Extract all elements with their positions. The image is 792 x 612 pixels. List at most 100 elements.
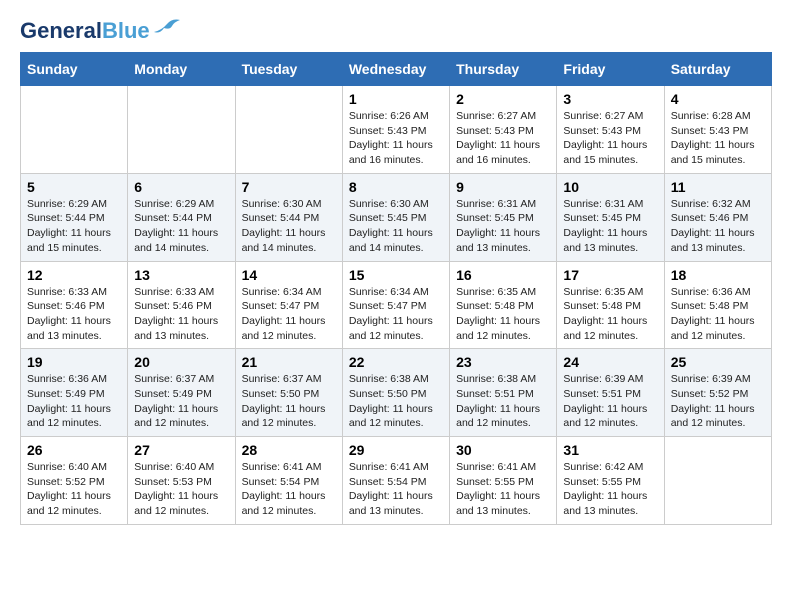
day-number: 15: [349, 267, 443, 283]
day-info: Sunrise: 6:28 AMSunset: 5:43 PMDaylight:…: [671, 110, 755, 166]
day-info: Sunrise: 6:34 AMSunset: 5:47 PMDaylight:…: [349, 286, 433, 342]
weekday-header-row: SundayMondayTuesdayWednesdayThursdayFrid…: [21, 53, 772, 86]
calendar-cell: [128, 86, 235, 174]
day-number: 24: [563, 354, 657, 370]
day-info: Sunrise: 6:33 AMSunset: 5:46 PMDaylight:…: [27, 286, 111, 342]
day-info: Sunrise: 6:38 AMSunset: 5:50 PMDaylight:…: [349, 373, 433, 429]
calendar-cell: 11 Sunrise: 6:32 AMSunset: 5:46 PMDayligh…: [664, 173, 771, 261]
day-number: 31: [563, 442, 657, 458]
day-number: 7: [242, 179, 336, 195]
day-info: Sunrise: 6:27 AMSunset: 5:43 PMDaylight:…: [456, 110, 540, 166]
day-info: Sunrise: 6:37 AMSunset: 5:50 PMDaylight:…: [242, 373, 326, 429]
calendar-cell: 23 Sunrise: 6:38 AMSunset: 5:51 PMDayligh…: [450, 349, 557, 437]
calendar-cell: 13 Sunrise: 6:33 AMSunset: 5:46 PMDayligh…: [128, 261, 235, 349]
day-number: 9: [456, 179, 550, 195]
calendar-cell: 16 Sunrise: 6:35 AMSunset: 5:48 PMDayligh…: [450, 261, 557, 349]
calendar-cell: 10 Sunrise: 6:31 AMSunset: 5:45 PMDayligh…: [557, 173, 664, 261]
logo-bird-icon: [152, 16, 182, 38]
day-number: 4: [671, 91, 765, 107]
weekday-header: Friday: [557, 53, 664, 86]
day-info: Sunrise: 6:35 AMSunset: 5:48 PMDaylight:…: [456, 286, 540, 342]
calendar-cell: 6 Sunrise: 6:29 AMSunset: 5:44 PMDaylight…: [128, 173, 235, 261]
day-info: Sunrise: 6:29 AMSunset: 5:44 PMDaylight:…: [27, 198, 111, 254]
day-info: Sunrise: 6:26 AMSunset: 5:43 PMDaylight:…: [349, 110, 433, 166]
calendar-cell: 14 Sunrise: 6:34 AMSunset: 5:47 PMDayligh…: [235, 261, 342, 349]
day-info: Sunrise: 6:39 AMSunset: 5:52 PMDaylight:…: [671, 373, 755, 429]
day-number: 13: [134, 267, 228, 283]
calendar-cell: 19Sunrise: 6:36 AMSunset: 5:49 PMDayligh…: [21, 349, 128, 437]
calendar-cell: 31Sunrise: 6:42 AMSunset: 5:55 PMDayligh…: [557, 437, 664, 525]
day-number: 26: [27, 442, 121, 458]
day-number: 11: [671, 179, 765, 195]
calendar-cell: 17 Sunrise: 6:35 AMSunset: 5:48 PMDayligh…: [557, 261, 664, 349]
calendar-cell: 15 Sunrise: 6:34 AMSunset: 5:47 PMDayligh…: [342, 261, 449, 349]
calendar-cell: 7 Sunrise: 6:30 AMSunset: 5:44 PMDaylight…: [235, 173, 342, 261]
calendar-row: 19Sunrise: 6:36 AMSunset: 5:49 PMDayligh…: [21, 349, 772, 437]
calendar-cell: 12 Sunrise: 6:33 AMSunset: 5:46 PMDayligh…: [21, 261, 128, 349]
calendar-cell: 18 Sunrise: 6:36 AMSunset: 5:48 PMDayligh…: [664, 261, 771, 349]
day-info: Sunrise: 6:41 AMSunset: 5:55 PMDaylight:…: [456, 461, 540, 517]
day-number: 27: [134, 442, 228, 458]
day-info: Sunrise: 6:32 AMSunset: 5:46 PMDaylight:…: [671, 198, 755, 254]
day-info: Sunrise: 6:27 AMSunset: 5:43 PMDaylight:…: [563, 110, 647, 166]
calendar-cell: [664, 437, 771, 525]
calendar-row: 5Sunrise: 6:29 AMSunset: 5:44 PMDaylight…: [21, 173, 772, 261]
calendar-cell: 30 Sunrise: 6:41 AMSunset: 5:55 PMDayligh…: [450, 437, 557, 525]
day-number: 14: [242, 267, 336, 283]
calendar-cell: 26 Sunrise: 6:40 AMSunset: 5:52 PMDayligh…: [21, 437, 128, 525]
page-header: GeneralBlue: [20, 20, 772, 42]
calendar-cell: 25 Sunrise: 6:39 AMSunset: 5:52 PMDayligh…: [664, 349, 771, 437]
day-info: Sunrise: 6:39 AMSunset: 5:51 PMDaylight:…: [563, 373, 647, 429]
day-number: 30: [456, 442, 550, 458]
day-info: Sunrise: 6:30 AMSunset: 5:45 PMDaylight:…: [349, 198, 433, 254]
day-info: Sunrise: 6:41 AMSunset: 5:54 PMDaylight:…: [242, 461, 326, 517]
day-number: 17: [563, 267, 657, 283]
weekday-header: Wednesday: [342, 53, 449, 86]
day-number: 23: [456, 354, 550, 370]
day-number: 28: [242, 442, 336, 458]
calendar-cell: 24 Sunrise: 6:39 AMSunset: 5:51 PMDayligh…: [557, 349, 664, 437]
day-number: 16: [456, 267, 550, 283]
day-number: 22: [349, 354, 443, 370]
calendar-cell: 28 Sunrise: 6:41 AMSunset: 5:54 PMDayligh…: [235, 437, 342, 525]
day-number: 29: [349, 442, 443, 458]
day-number: 8: [349, 179, 443, 195]
calendar-cell: 5Sunrise: 6:29 AMSunset: 5:44 PMDaylight…: [21, 173, 128, 261]
day-number: 19: [27, 354, 121, 370]
day-info: Sunrise: 6:36 AMSunset: 5:48 PMDaylight:…: [671, 286, 755, 342]
day-number: 21: [242, 354, 336, 370]
weekday-header: Thursday: [450, 53, 557, 86]
day-info: Sunrise: 6:37 AMSunset: 5:49 PMDaylight:…: [134, 373, 218, 429]
day-info: Sunrise: 6:30 AMSunset: 5:44 PMDaylight:…: [242, 198, 326, 254]
day-info: Sunrise: 6:40 AMSunset: 5:52 PMDaylight:…: [27, 461, 111, 517]
logo-text: GeneralBlue: [20, 20, 150, 42]
day-info: Sunrise: 6:31 AMSunset: 5:45 PMDaylight:…: [456, 198, 540, 254]
day-info: Sunrise: 6:38 AMSunset: 5:51 PMDaylight:…: [456, 373, 540, 429]
calendar-cell: 3 Sunrise: 6:27 AMSunset: 5:43 PMDaylight…: [557, 86, 664, 174]
day-number: 6: [134, 179, 228, 195]
day-number: 18: [671, 267, 765, 283]
weekday-header: Monday: [128, 53, 235, 86]
day-number: 1: [349, 91, 443, 107]
calendar-cell: 9 Sunrise: 6:31 AMSunset: 5:45 PMDaylight…: [450, 173, 557, 261]
day-info: Sunrise: 6:40 AMSunset: 5:53 PMDaylight:…: [134, 461, 218, 517]
day-number: 12: [27, 267, 121, 283]
calendar-cell: 21 Sunrise: 6:37 AMSunset: 5:50 PMDayligh…: [235, 349, 342, 437]
day-info: Sunrise: 6:33 AMSunset: 5:46 PMDaylight:…: [134, 286, 218, 342]
calendar-cell: [235, 86, 342, 174]
calendar-row: 26 Sunrise: 6:40 AMSunset: 5:52 PMDayligh…: [21, 437, 772, 525]
weekday-header: Saturday: [664, 53, 771, 86]
calendar-table: SundayMondayTuesdayWednesdayThursdayFrid…: [20, 52, 772, 525]
day-info: Sunrise: 6:35 AMSunset: 5:48 PMDaylight:…: [563, 286, 647, 342]
day-number: 10: [563, 179, 657, 195]
calendar-row: 12 Sunrise: 6:33 AMSunset: 5:46 PMDayligh…: [21, 261, 772, 349]
day-info: Sunrise: 6:31 AMSunset: 5:45 PMDaylight:…: [563, 198, 647, 254]
day-number: 25: [671, 354, 765, 370]
day-info: Sunrise: 6:34 AMSunset: 5:47 PMDaylight:…: [242, 286, 326, 342]
logo: GeneralBlue: [20, 20, 182, 42]
day-number: 3: [563, 91, 657, 107]
day-info: Sunrise: 6:41 AMSunset: 5:54 PMDaylight:…: [349, 461, 433, 517]
day-info: Sunrise: 6:29 AMSunset: 5:44 PMDaylight:…: [134, 198, 218, 254]
calendar-cell: 29 Sunrise: 6:41 AMSunset: 5:54 PMDayligh…: [342, 437, 449, 525]
weekday-header: Sunday: [21, 53, 128, 86]
